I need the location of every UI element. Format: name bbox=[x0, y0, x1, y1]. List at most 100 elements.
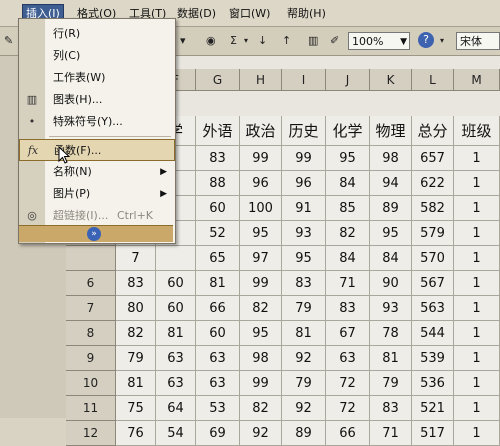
table-cell[interactable]: 60 bbox=[156, 271, 196, 296]
table-cell[interactable]: 94 bbox=[370, 171, 412, 196]
header-cell[interactable]: 外语 bbox=[196, 116, 240, 146]
table-cell[interactable]: 7 bbox=[116, 246, 156, 271]
table-cell[interactable]: 1 bbox=[454, 271, 500, 296]
table-cell[interactable]: 96 bbox=[240, 171, 282, 196]
row-header[interactable]: 9 bbox=[66, 346, 116, 371]
table-cell[interactable]: 72 bbox=[326, 396, 370, 421]
menu-item-chart[interactable]: ▥ 图表(H)... bbox=[19, 89, 175, 111]
table-cell[interactable]: 95 bbox=[282, 246, 326, 271]
menu-item-function[interactable]: fx 函数(F)... bbox=[19, 139, 175, 161]
table-cell[interactable]: 88 bbox=[196, 171, 240, 196]
table-cell[interactable]: 81 bbox=[156, 321, 196, 346]
table-cell[interactable]: 89 bbox=[282, 421, 326, 446]
table-cell[interactable]: 539 bbox=[412, 346, 454, 371]
header-cell[interactable]: 化学 bbox=[326, 116, 370, 146]
table-cell[interactable]: 1 bbox=[454, 196, 500, 221]
table-cell[interactable]: 521 bbox=[412, 396, 454, 421]
zoom-select[interactable]: 100% ▼ bbox=[348, 32, 410, 50]
table-cell[interactable]: 63 bbox=[156, 346, 196, 371]
table-cell[interactable]: 84 bbox=[326, 171, 370, 196]
table-cell[interactable]: 71 bbox=[326, 271, 370, 296]
row-header[interactable]: 11 bbox=[66, 396, 116, 421]
table-cell[interactable]: 1 bbox=[454, 371, 500, 396]
table-cell[interactable]: 84 bbox=[326, 246, 370, 271]
table-cell[interactable]: 582 bbox=[412, 196, 454, 221]
table-cell[interactable]: 95 bbox=[326, 146, 370, 171]
table-cell[interactable]: 570 bbox=[412, 246, 454, 271]
table-cell[interactable]: 1 bbox=[454, 396, 500, 421]
table-cell[interactable]: 78 bbox=[370, 321, 412, 346]
table-cell[interactable]: 91 bbox=[282, 196, 326, 221]
header-cell[interactable]: 物理 bbox=[370, 116, 412, 146]
table-cell[interactable]: 93 bbox=[370, 296, 412, 321]
table-cell[interactable]: 81 bbox=[370, 346, 412, 371]
row-header[interactable]: 7 bbox=[66, 296, 116, 321]
table-cell[interactable]: 82 bbox=[240, 396, 282, 421]
table-cell[interactable]: 85 bbox=[326, 196, 370, 221]
table-cell[interactable]: 66 bbox=[326, 421, 370, 446]
table-cell[interactable]: 89 bbox=[370, 196, 412, 221]
table-cell[interactable]: 99 bbox=[240, 371, 282, 396]
header-cell[interactable]: 总分 bbox=[412, 116, 454, 146]
table-cell[interactable]: 99 bbox=[240, 146, 282, 171]
table-cell[interactable]: 1 bbox=[454, 221, 500, 246]
row-header[interactable]: 8 bbox=[66, 321, 116, 346]
toolbar-dropdown-icon[interactable]: ▾ bbox=[180, 32, 186, 50]
table-cell[interactable]: 563 bbox=[412, 296, 454, 321]
menu-item-worksheet[interactable]: 工作表(W) bbox=[19, 67, 175, 89]
table-cell[interactable]: 90 bbox=[370, 271, 412, 296]
help-icon[interactable]: ? bbox=[418, 32, 434, 48]
column-header[interactable]: J bbox=[326, 69, 370, 91]
table-cell[interactable]: 95 bbox=[240, 221, 282, 246]
research-icon[interactable]: ◉ bbox=[206, 32, 216, 50]
menu-item-special-symbol[interactable]: • 特殊符号(Y)... bbox=[19, 111, 175, 133]
table-cell[interactable]: 657 bbox=[412, 146, 454, 171]
table-cell[interactable]: 79 bbox=[370, 371, 412, 396]
help-dropdown-icon[interactable]: ▾ bbox=[440, 32, 444, 50]
table-cell[interactable]: 60 bbox=[196, 321, 240, 346]
row-header[interactable]: 12 bbox=[66, 421, 116, 446]
table-cell[interactable]: 83 bbox=[326, 296, 370, 321]
table-cell[interactable]: 95 bbox=[370, 221, 412, 246]
menu-expand-bar[interactable]: » bbox=[19, 225, 173, 242]
column-header[interactable]: H bbox=[240, 69, 282, 91]
table-cell[interactable]: 75 bbox=[116, 396, 156, 421]
table-cell[interactable]: 1 bbox=[454, 296, 500, 321]
table-cell[interactable]: 1 bbox=[454, 346, 500, 371]
table-cell[interactable]: 1 bbox=[454, 146, 500, 171]
table-cell[interactable]: 98 bbox=[370, 146, 412, 171]
menu-item-name[interactable]: 名称(N) ▶ bbox=[19, 161, 175, 183]
table-cell[interactable]: 84 bbox=[370, 246, 412, 271]
table-cell[interactable]: 82 bbox=[116, 321, 156, 346]
column-header[interactable]: M bbox=[454, 69, 500, 91]
column-header[interactable]: K bbox=[370, 69, 412, 91]
table-cell[interactable]: 53 bbox=[196, 396, 240, 421]
header-cell[interactable]: 班级 bbox=[454, 116, 500, 146]
table-cell[interactable]: 66 bbox=[196, 296, 240, 321]
table-cell[interactable]: 76 bbox=[116, 421, 156, 446]
table-cell[interactable]: 72 bbox=[326, 371, 370, 396]
table-cell[interactable]: 79 bbox=[282, 371, 326, 396]
table-cell[interactable]: 1 bbox=[454, 171, 500, 196]
table-cell[interactable]: 99 bbox=[240, 271, 282, 296]
table-cell[interactable]: 64 bbox=[156, 396, 196, 421]
table-cell[interactable]: 60 bbox=[156, 296, 196, 321]
autosum-dropdown-icon[interactable]: ▾ bbox=[244, 32, 248, 50]
table-cell[interactable]: 1 bbox=[454, 321, 500, 346]
table-cell[interactable]: 63 bbox=[196, 371, 240, 396]
table-cell[interactable]: 579 bbox=[412, 221, 454, 246]
row-header[interactable]: 6 bbox=[66, 271, 116, 296]
sort-descending-icon[interactable]: ↑ bbox=[282, 32, 291, 50]
table-cell[interactable]: 63 bbox=[326, 346, 370, 371]
table-cell[interactable]: 80 bbox=[116, 296, 156, 321]
menu-data[interactable]: 数据(D) bbox=[174, 5, 219, 23]
table-cell[interactable]: 63 bbox=[156, 371, 196, 396]
table-cell[interactable]: 622 bbox=[412, 171, 454, 196]
table-cell[interactable]: 83 bbox=[370, 396, 412, 421]
table-cell[interactable]: 69 bbox=[196, 421, 240, 446]
table-cell[interactable]: 567 bbox=[412, 271, 454, 296]
column-header[interactable]: G bbox=[196, 69, 240, 91]
table-cell[interactable]: 67 bbox=[326, 321, 370, 346]
table-cell[interactable]: 79 bbox=[116, 346, 156, 371]
table-cell[interactable]: 536 bbox=[412, 371, 454, 396]
